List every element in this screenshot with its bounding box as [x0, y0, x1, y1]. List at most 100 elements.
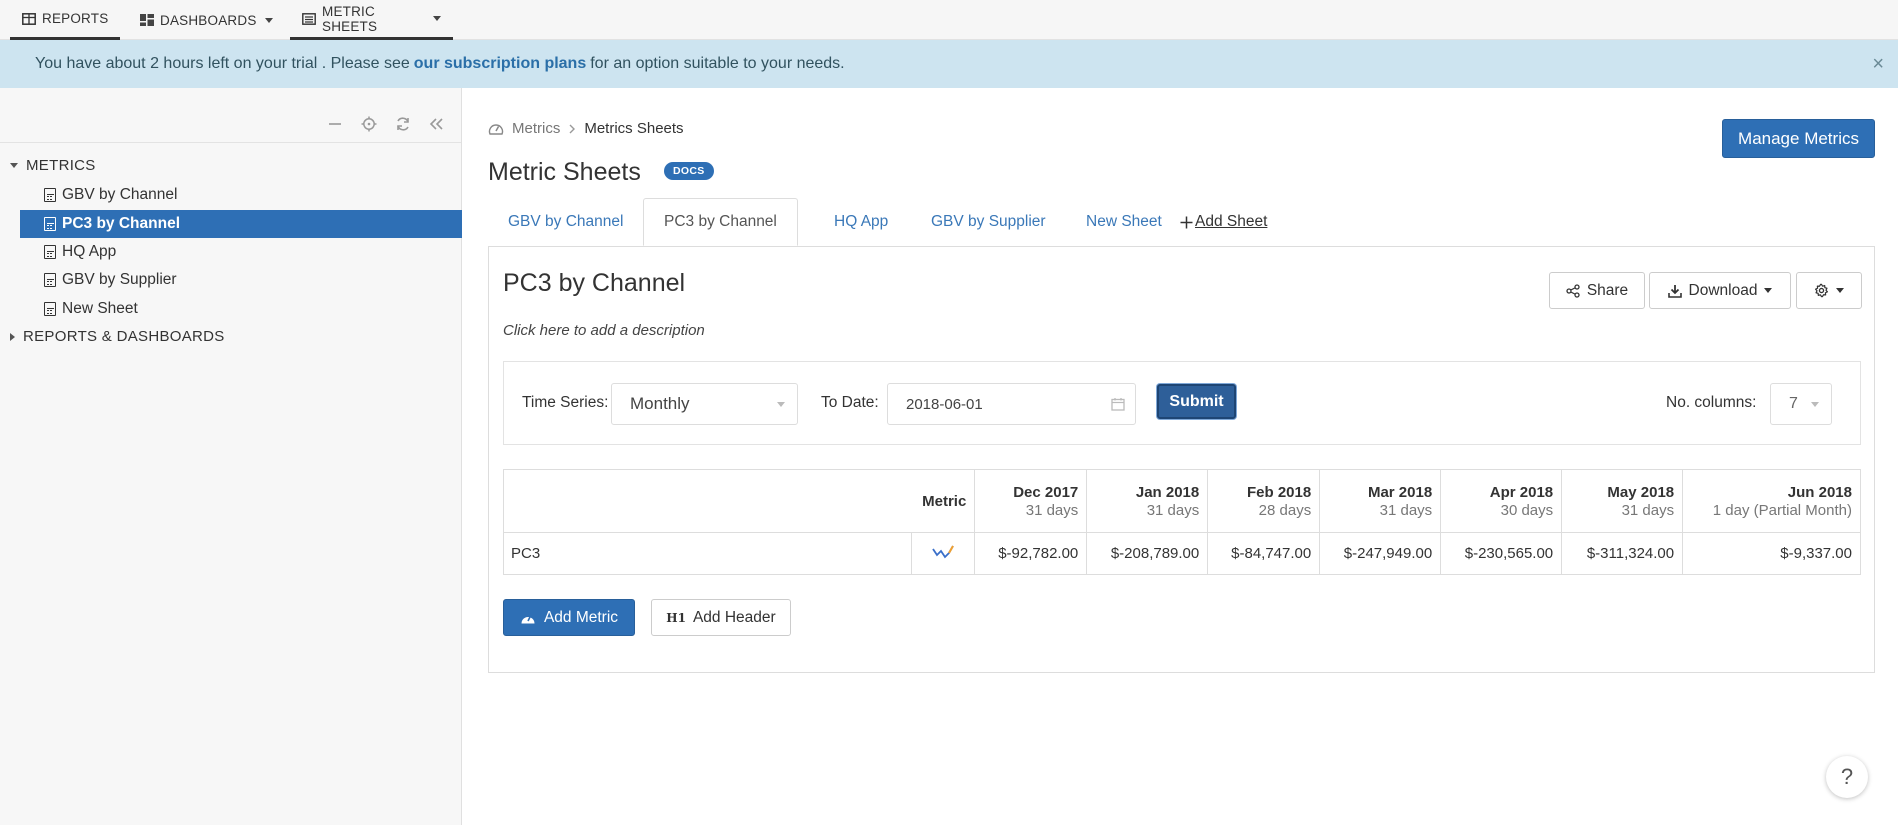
download-button[interactable]: Download [1649, 272, 1791, 309]
table-header-row: Metric Dec 2017 31 days Jan 2018 31 days F… [502, 469, 1861, 533]
sheet-title[interactable]: PC3 by Channel [503, 269, 685, 298]
sidebar-item-gbv-by-supplier[interactable]: GBV by Supplier [20, 266, 462, 294]
column-header[interactable]: May 2018 31 days [1561, 469, 1684, 533]
value-cell: $-84,747.00 [1207, 532, 1321, 575]
plus-icon [1180, 216, 1193, 229]
add-metric-button[interactable]: Add Metric [503, 599, 635, 636]
column-days: 31 days [1146, 501, 1200, 519]
column-header[interactable]: Mar 2018 31 days [1319, 469, 1442, 533]
column-header[interactable]: Apr 2018 30 days [1440, 469, 1563, 533]
download-icon [1667, 284, 1682, 298]
breadcrumb-metrics-link[interactable]: Metrics [512, 120, 560, 137]
caret-right-icon [10, 332, 15, 341]
sidebar-item-label: HQ App [62, 243, 117, 260]
tree-root-reports-dashboards[interactable]: REPORTS & DASHBOARDS [10, 328, 225, 345]
value-cell: $-230,565.00 [1440, 532, 1563, 575]
manage-metrics-button[interactable]: Manage Metrics [1722, 119, 1875, 158]
column-month: Jun 2018 [1787, 483, 1852, 501]
sidebar-item-label: New Sheet [62, 300, 138, 317]
metric-header-label: Metric [922, 492, 967, 510]
chevron-down-icon [433, 16, 441, 21]
to-date-value: 2018-06-01 [906, 395, 983, 413]
value-cell: $-247,949.00 [1319, 532, 1442, 575]
refresh-icon[interactable] [393, 114, 413, 134]
sidebar-item-pc3-by-channel[interactable]: PC3 by Channel [20, 210, 462, 238]
table-icon [22, 12, 36, 25]
gauge-icon [488, 122, 504, 136]
column-header[interactable]: Jan 2018 31 days [1086, 469, 1209, 533]
tab-gbv-by-supplier[interactable]: GBV by Supplier [911, 198, 1066, 246]
column-days: 1 day (Partial Month) [1712, 501, 1852, 519]
sidebar-item-label: GBV by Supplier [62, 271, 177, 288]
gauge-icon [520, 611, 536, 625]
column-header[interactable]: Dec 2017 31 days [974, 469, 1088, 533]
column-days: 31 days [1621, 501, 1675, 519]
page-title: Metric Sheets [488, 158, 641, 186]
table-row[interactable]: PC3 $-92,782.00 $-208,789.00 $-84,747.00… [502, 532, 1861, 575]
calendar-icon[interactable] [1111, 397, 1125, 411]
metric-name-cell[interactable]: PC3 [502, 532, 913, 575]
sidebar-item-label: PC3 by Channel [62, 215, 180, 232]
column-month: Dec 2017 [1013, 483, 1079, 501]
sidebar-item-label: GBV by Channel [62, 186, 178, 203]
tab-pc3-by-channel[interactable]: PC3 by Channel [643, 198, 798, 246]
docs-badge[interactable]: DOCS [664, 162, 714, 180]
column-days: 31 days [1025, 501, 1079, 519]
tab-new-sheet[interactable]: New Sheet [1066, 198, 1182, 246]
banner-text-before: You have about 2 hours left on your tria… [35, 55, 410, 72]
columns-value: 7 [1789, 395, 1798, 412]
submit-button[interactable]: Submit [1157, 384, 1236, 419]
sidebar-item-new-sheet[interactable]: New Sheet [20, 295, 462, 323]
subscription-plans-link[interactable]: our subscription plans [414, 55, 586, 73]
close-icon[interactable]: × [1872, 54, 1884, 74]
columns-label: No. columns: [1666, 394, 1757, 411]
add-sheet-button[interactable]: Add Sheet [1176, 198, 1271, 246]
collapse-sidebar-icon[interactable] [427, 114, 447, 134]
add-header-button[interactable]: H1 Add Header [651, 599, 791, 636]
column-header[interactable]: Feb 2018 28 days [1207, 469, 1321, 533]
crosshair-icon[interactable] [359, 114, 379, 134]
columns-select[interactable]: 7 [1770, 383, 1832, 425]
settings-button[interactable] [1796, 272, 1862, 309]
nav-metric-sheets-label: METRIC SHEETS [322, 3, 378, 34]
nav-reports-label: REPORTS [42, 11, 109, 26]
column-month: Apr 2018 [1489, 483, 1554, 501]
calculator-icon [44, 273, 56, 287]
to-date-label: To Date: [821, 394, 879, 411]
sparkline-icon [931, 543, 955, 561]
tab-hq-app[interactable]: HQ App [814, 198, 908, 246]
chevron-down-icon [264, 17, 273, 23]
value-cell: $-311,324.00 [1561, 532, 1684, 575]
tree-root-metrics[interactable]: METRICS [10, 157, 96, 174]
value-cell: $-208,789.00 [1086, 532, 1209, 575]
sidebar-item-gbv-by-channel[interactable]: GBV by Channel [20, 181, 462, 209]
download-label: Download [1688, 281, 1758, 299]
sidebar-item-hq-app[interactable]: HQ App [20, 238, 462, 266]
tree-root-reports-label: REPORTS & DASHBOARDS [23, 328, 225, 345]
calculator-icon [44, 245, 56, 259]
chevron-right-icon [568, 124, 576, 134]
sheet-description[interactable]: Click here to add a description [503, 322, 705, 339]
tab-gbv-by-channel[interactable]: GBV by Channel [488, 198, 643, 246]
column-days: 28 days [1258, 501, 1312, 519]
sidebar-toolbar [325, 114, 447, 134]
help-button[interactable]: ? [1826, 756, 1868, 798]
top-nav: REPORTS DASHBOARDS METRIC SHEETS [0, 0, 1898, 40]
sparkline-cell[interactable] [911, 532, 976, 575]
value-cell: $-9,337.00 [1682, 532, 1861, 575]
column-month: Mar 2018 [1367, 483, 1433, 501]
nav-reports[interactable]: REPORTS [10, 0, 121, 40]
nav-metric-sheets[interactable]: METRIC SHEETS [290, 0, 453, 40]
column-month: May 2018 [1607, 483, 1675, 501]
column-header[interactable]: Jun 2018 1 day (Partial Month) [1682, 469, 1861, 533]
collapse-all-icon[interactable] [325, 114, 345, 134]
column-days: 31 days [1379, 501, 1433, 519]
add-metric-label: Add Metric [543, 608, 619, 626]
to-date-input[interactable]: 2018-06-01 [887, 383, 1136, 425]
sidebar: METRICS GBV by Channel PC3 by Channel HQ… [0, 88, 462, 825]
share-button[interactable]: Share [1549, 272, 1645, 309]
time-series-select[interactable]: Monthly [611, 383, 798, 425]
breadcrumb-current: Metrics Sheets [584, 120, 684, 137]
dashboard-icon [140, 14, 154, 26]
nav-dashboards[interactable]: DASHBOARDS [128, 0, 285, 40]
